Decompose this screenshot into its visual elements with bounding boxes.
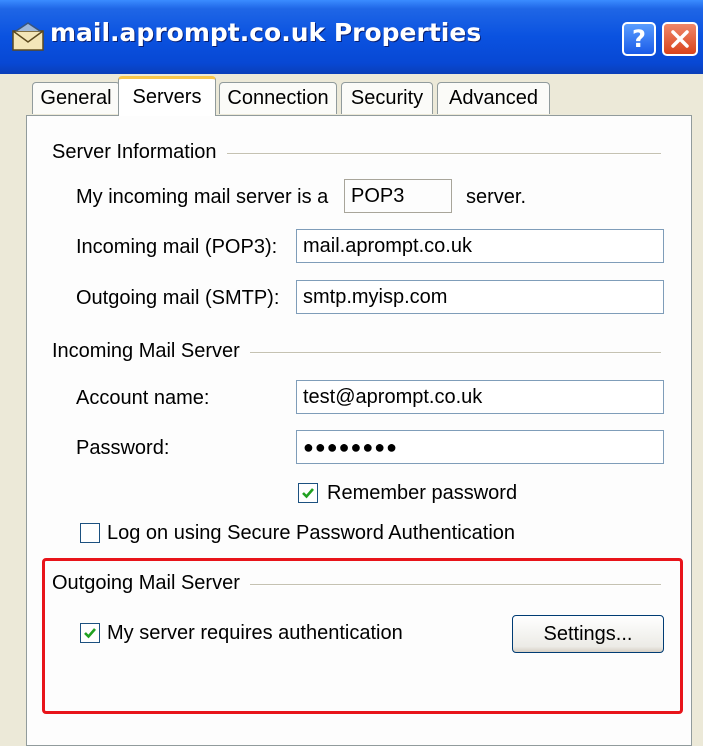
server-type-suffix: server. (466, 186, 527, 208)
question-mark-icon: ? (632, 25, 646, 53)
tab-connection[interactable]: Connection (219, 82, 337, 114)
remember-password-checkbox[interactable] (298, 483, 318, 503)
incoming-server-label: Incoming mail (POP3): (76, 236, 278, 258)
server-auth-checkbox[interactable] (80, 623, 100, 643)
tab-servers[interactable]: Servers (118, 76, 216, 116)
remember-password-label: Remember password (327, 482, 518, 504)
server-type-label: My incoming mail server is a (76, 186, 329, 208)
outgoing-server-label: Outgoing mail (SMTP): (76, 287, 280, 309)
checkmark-icon (84, 628, 96, 639)
tab-security[interactable]: Security (341, 82, 433, 114)
settings-button[interactable]: Settings... (512, 615, 664, 653)
title-bar[interactable]: mail.aprompt.co.uk Properties ? (0, 0, 703, 74)
close-icon (671, 30, 689, 48)
password-label: Password: (76, 437, 170, 459)
close-button[interactable] (662, 22, 698, 56)
account-name-input[interactable]: test@aprompt.co.uk (296, 380, 664, 414)
spa-label: Log on using Secure Password Authenticat… (107, 522, 516, 544)
account-name-label: Account name: (76, 387, 210, 409)
properties-dialog: mail.aprompt.co.uk Properties ? General … (0, 0, 703, 746)
outgoing-mail-heading: Outgoing Mail Server (52, 572, 250, 595)
outgoing-server-input[interactable]: smtp.myisp.com (296, 280, 664, 314)
tab-general[interactable]: General (32, 82, 120, 114)
help-button[interactable]: ? (622, 22, 656, 56)
window-title: mail.aprompt.co.uk Properties (50, 18, 482, 47)
incoming-server-input[interactable]: mail.aprompt.co.uk (296, 229, 664, 263)
mail-account-icon (12, 22, 44, 51)
checkmark-icon (302, 488, 314, 499)
server-type-value: POP3 (344, 179, 452, 213)
tab-advanced[interactable]: Advanced (437, 82, 550, 114)
server-info-heading: Server Information (52, 141, 227, 164)
password-input[interactable]: ●●●●●●●● (296, 430, 664, 464)
server-auth-label: My server requires authentication (107, 622, 403, 644)
spa-checkbox[interactable] (80, 523, 100, 543)
incoming-mail-heading: Incoming Mail Server (52, 340, 250, 363)
